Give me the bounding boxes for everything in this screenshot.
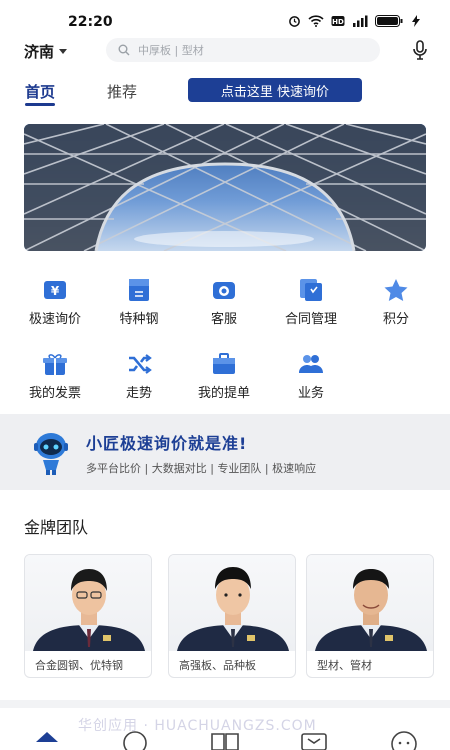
menu-item-inquiry[interactable]: ¥ 极速询价 [15,278,95,327]
status-bar: 22:20 HD [0,0,450,38]
search-input[interactable]: 中厚板 | 型材 [106,38,380,62]
robot-mascot-icon [34,433,68,475]
team-heading: 金牌团队 [24,518,89,537]
menu-item-bill-of-lading[interactable]: 我的提单 [184,352,264,401]
phone-icon [213,282,235,299]
person-illustration [315,569,427,651]
charging-icon [412,15,420,27]
hd-icon: HD [331,16,345,26]
yen-icon: ¥ [44,281,66,299]
menu-label: 我的提单 [197,386,250,401]
microphone-icon[interactable] [412,40,428,60]
alarm-icon [289,16,300,27]
status-icons: HD [288,15,420,27]
shuffle-icon [129,354,152,374]
quick-inquiry-button[interactable]: 点击这里 快速询价 [188,78,362,102]
profile-icon[interactable] [390,730,418,750]
tab-active-indicator [25,103,55,106]
menu-item-special-steel[interactable]: 特种钢 [99,278,179,327]
gift-icon [43,354,67,375]
menu-label: 走势 [125,386,152,401]
status-time: 22:20 [68,14,113,30]
team-card[interactable]: 型材、管材 [306,554,434,678]
person-illustration [177,567,289,651]
team-card[interactable]: 高强板、品种板 [168,554,296,678]
svg-text:HD: HD [332,18,344,26]
menu-label: 特种钢 [119,312,159,327]
menu-label: 极速询价 [28,312,81,327]
watermark-text: 华创应用 · HUACHUANGZS.COM [78,718,317,734]
menu-label: 我的发票 [28,386,81,401]
team-caption: 合金圆钢、优特钢 [35,659,123,672]
menu-item-points[interactable]: 积分 [356,278,436,327]
city-label: 济南 [24,43,55,61]
star-icon [384,279,408,301]
search-icon [118,44,130,56]
team-caption: 高强板、品种板 [179,659,256,672]
home-icon[interactable] [34,730,60,750]
menu-label: 合同管理 [284,312,337,327]
menu-label: 积分 [382,312,409,327]
team-caption: 型材、管材 [317,659,372,672]
steel-structure-illustration [24,124,426,251]
banner-image[interactable] [24,124,426,251]
people-icon [299,355,323,373]
search-row: 济南 中厚板 | 型材 [0,38,450,74]
team-photo [307,555,433,651]
menu-item-invoices[interactable]: 我的发票 [15,352,95,401]
city-selector[interactable]: 济南 [24,41,68,62]
promo-banner[interactable]: 小匠极速询价就是准! 多平台比价 | 大数据对比 | 专业团队 | 极速响应 [0,414,450,490]
caret-down-icon [59,49,68,54]
menu-item-trend[interactable]: 走势 [99,352,179,401]
team-card[interactable]: 合金圆钢、优特钢 [24,554,152,678]
team-photo [25,555,151,651]
menu-item-customer-service[interactable]: 客服 [184,278,264,327]
tab-recommend[interactable]: 推荐 [107,81,137,102]
menu-label: 客服 [210,312,237,327]
document-icon [129,279,149,301]
wifi-icon [308,15,324,27]
signal-icon [353,15,368,27]
battery-icon [375,15,403,27]
team-photo [169,555,295,651]
menu-grid: ¥ 极速询价 特种钢 客服 合同管理 积分 我的发票 走势 我的提单 业务 [0,268,450,414]
tab-home[interactable]: 首页 [25,81,55,102]
menu-label: 业务 [297,386,324,401]
promo-title: 小匠极速询价就是准! [86,434,248,453]
menu-item-contracts[interactable]: 合同管理 [271,278,351,327]
search-placeholder: 中厚板 | 型材 [138,44,204,57]
menu-item-business[interactable]: 业务 [271,352,351,401]
top-area: 22:20 HD 济南 中厚板 | 型材 首页 推荐 点击这里 快速询价 [0,0,450,108]
promo-subtitle: 多平台比价 | 大数据对比 | 专业团队 | 极速响应 [86,462,317,475]
person-illustration [33,569,145,651]
contract-icon [300,279,322,301]
team-section: 金牌团队 合金圆钢、优特钢 高强板、品种板 型材、管材 [0,490,450,700]
briefcase-icon [213,353,235,374]
svg-text:¥: ¥ [51,284,60,298]
banner-section [0,108,450,268]
tab-bar: 首页 推荐 点击这里 快速询价 [0,78,450,108]
